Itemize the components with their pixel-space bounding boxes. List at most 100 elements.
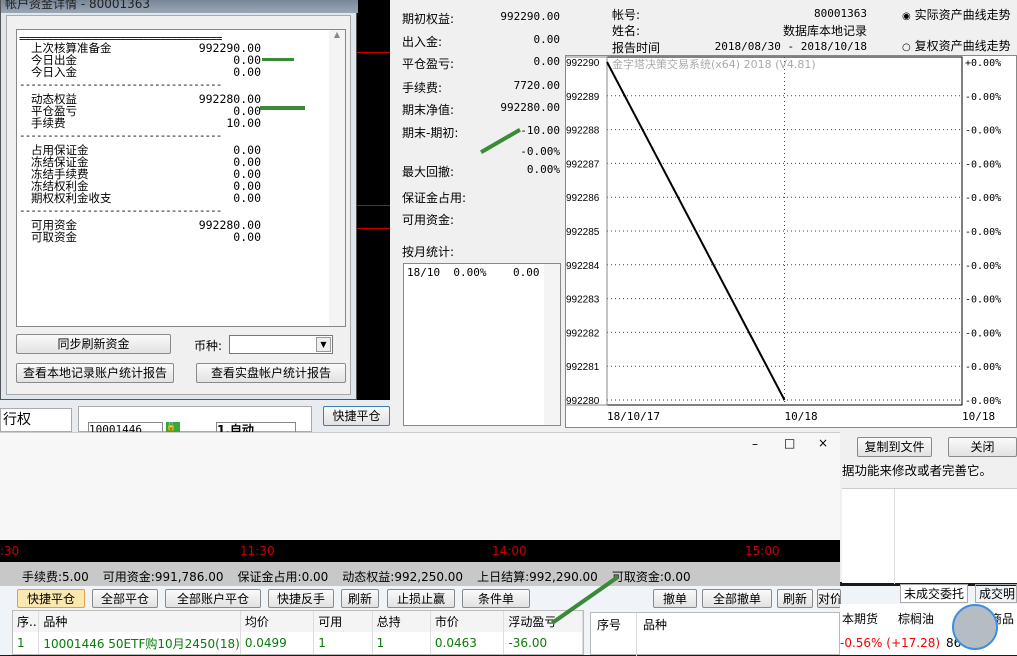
x-tick-label: 10/18 (785, 410, 818, 423)
column-header[interactable]: 品种 (38, 611, 241, 632)
orders-table: 序号 品种 (590, 612, 840, 656)
funds-value: 0.00 (233, 65, 261, 79)
y-right-tick-label: -0.00% (965, 92, 1001, 103)
funds-row: 手续费 10.00 (31, 116, 261, 130)
local-report-button[interactable]: 查看本地记录账户统计报告 (16, 363, 174, 383)
report-time-label: 报告时间 (612, 41, 661, 55)
minimize-icon[interactable]: – (752, 437, 758, 451)
monthly-list[interactable]: 18/10 0.00% 0.00 (403, 263, 561, 426)
tab-filled-orders[interactable]: 成交明 (975, 584, 1017, 603)
y-tick-label: 992290 (566, 58, 600, 69)
status-label: 可用资金: (102, 570, 155, 584)
separator: ------------------------------------ (19, 78, 222, 91)
table-cell: 0.0499 (240, 632, 315, 654)
status-value: 991,786.00 (154, 570, 224, 584)
stat-label: 保证金占用: (402, 191, 467, 205)
currency-select[interactable]: ▼ (229, 335, 333, 354)
y-right-tick-label: -0.00% (965, 396, 1001, 407)
y-right-tick-label: -0.00% (965, 295, 1001, 306)
stat-label: 期末净值: (402, 103, 455, 117)
stat-value: -10.00 (520, 124, 560, 137)
position-button-6[interactable]: 条件单 (462, 589, 530, 608)
status-bar: 手续费:5.00 可用资金:991,786.00 保证金占用:0.00 动态权益:99… (0, 562, 840, 586)
y-tick-label: 992289 (566, 92, 600, 103)
radio-unchecked-icon: ○ (902, 42, 911, 53)
stat-label: 出入金: (402, 35, 443, 49)
position-button-5[interactable]: 止损止赢 (387, 589, 455, 608)
funds-label: 可取资金 (31, 230, 77, 244)
stat-label: 可用资金: (402, 213, 455, 227)
positions-table: 序.. 品种 均价 可用 总持 市价 浮动盈亏 1 10001446 50ETF购10月245… (12, 610, 584, 655)
status-label: 上日结算: (477, 570, 530, 584)
funds-value: 10.00 (226, 116, 261, 130)
position-button-4[interactable]: 刷新 (341, 589, 379, 608)
status-value: 0.00 (301, 570, 329, 584)
position-button-1[interactable]: 全部平仓 (92, 589, 158, 608)
funds-row: 今日入金 0.00 (31, 65, 261, 79)
radio-checked-icon: ◉ (902, 11, 911, 22)
scrollbar[interactable] (544, 264, 560, 425)
y-right-tick-label: -0.00% (965, 261, 1001, 272)
stat-row: 手续费: 7720.00 (402, 79, 560, 96)
status-label: 手续费: (22, 570, 63, 584)
maximize-icon[interactable]: □ (784, 436, 795, 450)
annotation-arrow (260, 106, 305, 110)
monthly-label: 按月统计: (402, 245, 455, 259)
table-row[interactable]: 1 10001446 50ETF购10月2450(18) 0.0499 1 1 0.046… (13, 632, 583, 654)
y-tick-label: 992285 (566, 227, 600, 238)
position-button-2[interactable]: 全部账户平仓 (165, 589, 261, 608)
y-right-tick-label: -0.00% (965, 126, 1001, 137)
table-cell: 1 (372, 632, 431, 654)
status-label: 保证金占用: (237, 570, 302, 584)
column-header[interactable]: 均价 (240, 611, 315, 632)
time-axis: :30 11:30 14:00 15:00 (0, 540, 840, 562)
y-tick-label: 992288 (566, 126, 600, 137)
hint-text: 据功能来修改或者完善它。 (842, 463, 993, 478)
funds-row: 期权权利金收支 0.00 (31, 192, 261, 204)
equity-chart: 992290 +0.00% 992289 -0.00% 992288 -0.00% 9922… (565, 56, 1001, 423)
copy-to-file-button[interactable]: 复制到文件 (857, 437, 932, 457)
tab-pending-orders[interactable]: 未成交委托 (900, 584, 969, 603)
status-label: 动态权益: (342, 570, 395, 584)
funds-row: 可取资金 0.00 (31, 230, 261, 244)
trade-toolbar: 行权 10001446 🔓 1.自动 快捷平仓 (0, 400, 390, 434)
tab-exercise[interactable]: 行权 (0, 408, 72, 432)
stat-row: 最大回撤: 0.00% (402, 163, 560, 180)
close-icon[interactable]: × (818, 436, 828, 450)
chevron-down-icon[interactable]: ▼ (316, 337, 331, 352)
stat-row: 平仓盈亏: 0.00 (402, 55, 560, 72)
column-header[interactable]: 序.. (13, 611, 40, 632)
quick-close-top-button[interactable]: 快捷平仓 (323, 406, 390, 426)
x-tick-label: 18/10/17 (607, 410, 660, 423)
blank-window: – □ × (0, 432, 840, 540)
radio-adjusted-curve[interactable]: ○ 复权资产曲线走势 (902, 37, 1011, 54)
y-right-tick-label: +0.00% (965, 58, 1001, 69)
y-right-tick-label: -0.00% (965, 159, 1001, 170)
funds-label: 手续费 (31, 116, 66, 130)
status-value: 5.00 (62, 570, 89, 584)
radio-actual-curve[interactable]: ◉ 实际资产曲线走势 (902, 6, 1011, 23)
sync-refresh-funds-button[interactable]: 同步刷新资金 (16, 334, 171, 354)
column-header[interactable]: 总持 (372, 611, 431, 632)
stat-row: 可用资金: (402, 211, 560, 228)
dialog-title: 帐户资金详情 - 80001363 (1, 0, 358, 13)
order-button-0[interactable]: 撤单 (653, 589, 697, 608)
currency-label: 币种: (194, 339, 223, 353)
stat-label: 平仓盈亏: (402, 57, 455, 71)
position-button-0[interactable]: 快捷平仓 (17, 589, 85, 608)
scrollbar[interactable]: ▲ (329, 30, 345, 326)
order-button-2[interactable]: 刷新 (777, 589, 813, 608)
assistant-avatar-icon[interactable] (952, 604, 998, 650)
column-header[interactable]: 市价 (430, 611, 505, 632)
stat-value: 0.00 (533, 33, 561, 46)
column-header[interactable]: 可用 (313, 611, 373, 632)
close-button[interactable]: 关闭 (948, 437, 1017, 457)
real-report-button[interactable]: 查看实盘帐户统计报告 (196, 363, 346, 383)
account-label: 帐号: (612, 8, 641, 22)
order-button-3[interactable]: 对价 (817, 589, 841, 608)
column-header[interactable]: 浮动盈亏 (503, 611, 583, 632)
position-button-3[interactable]: 快捷反手 (268, 589, 334, 608)
order-button-1[interactable]: 全部撤单 (702, 589, 772, 608)
stat-label: 期末-期初: (402, 126, 459, 140)
watermark: 金字塔决策交易系统(x64) 2018 (V4.81) (612, 57, 816, 71)
